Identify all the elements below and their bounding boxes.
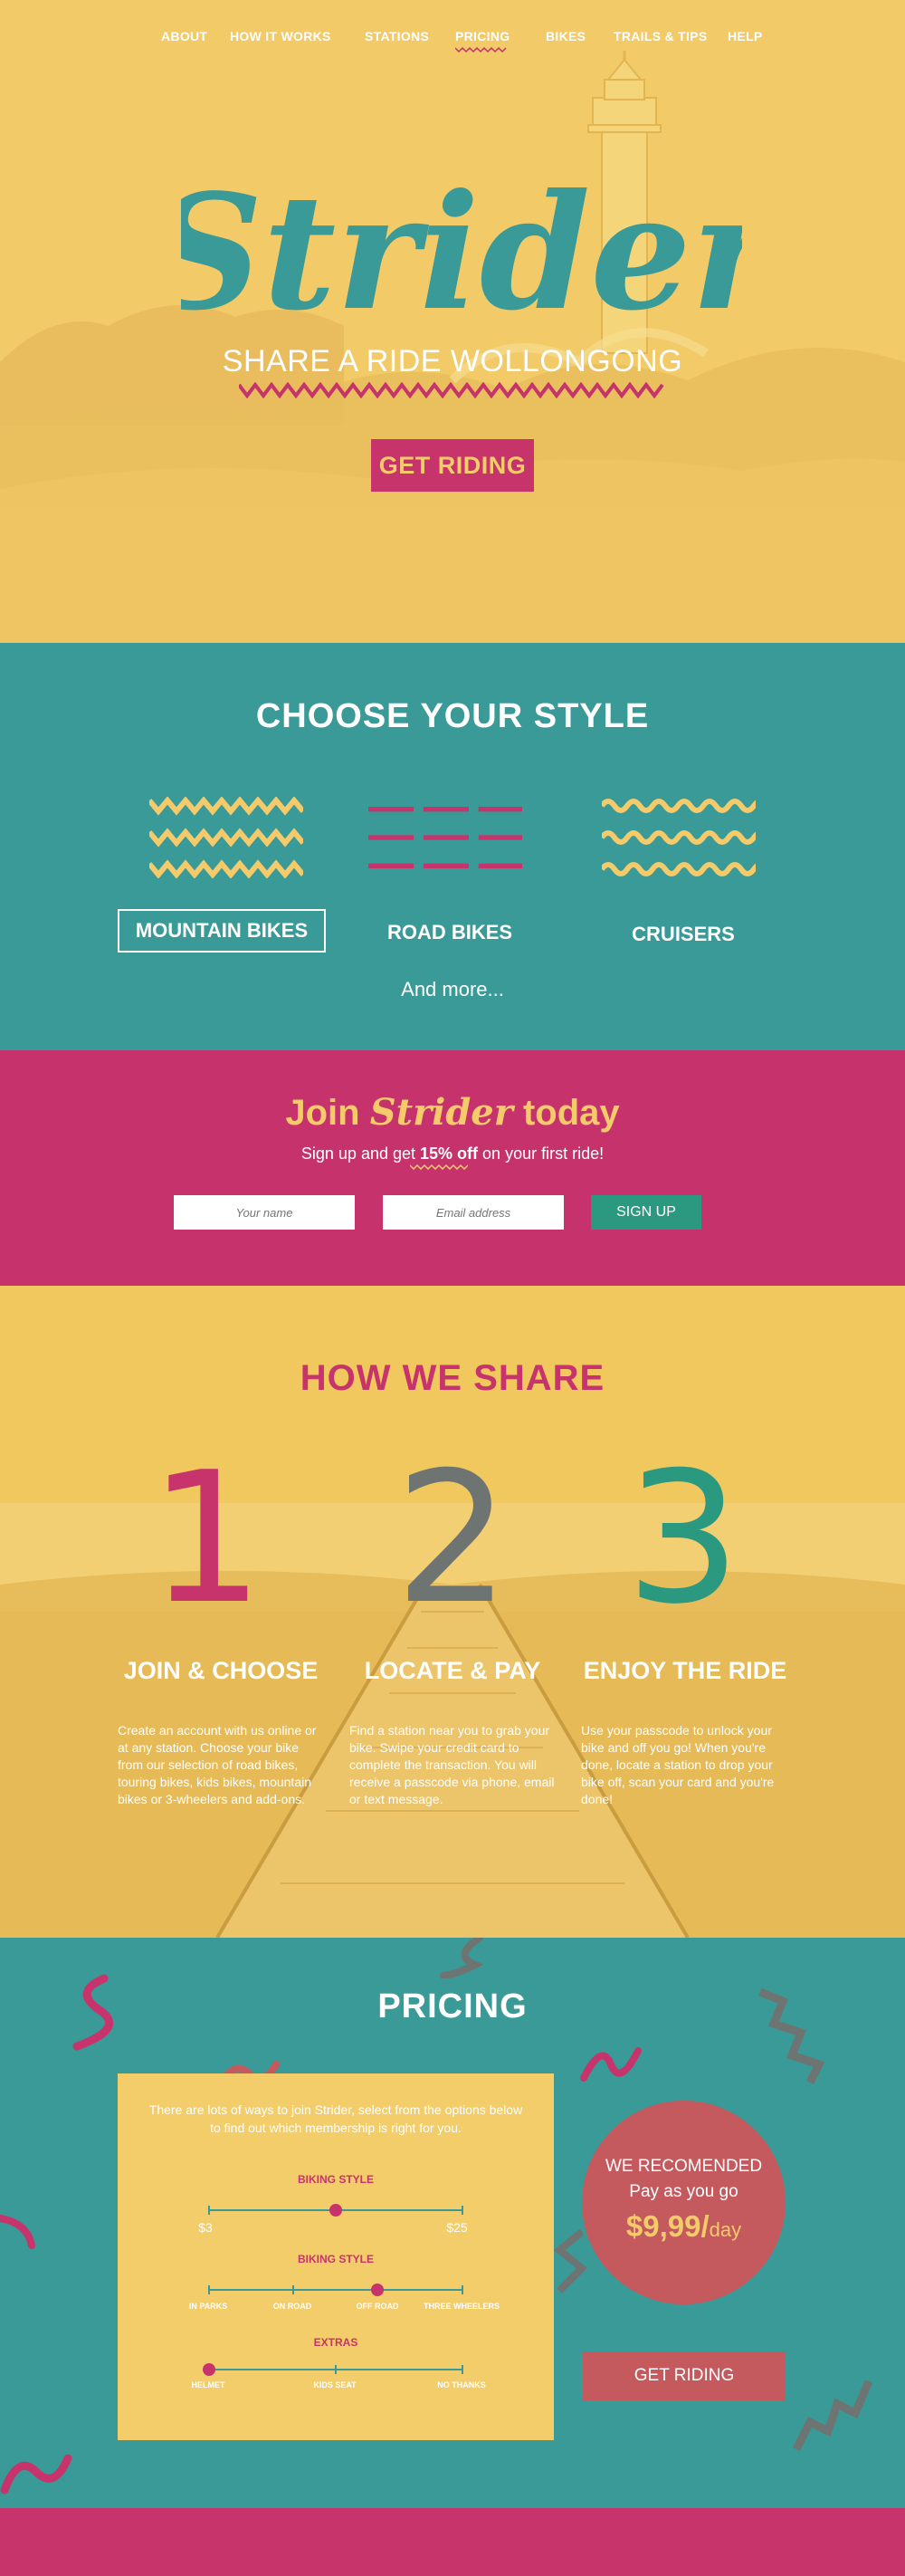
nav-item-trails-tips[interactable]: TRAILS & TIPS [614, 29, 707, 43]
slider1-min-label: $3 [198, 2220, 213, 2235]
squiggle-decoration-icon [580, 2047, 642, 2082]
join-sub-discount: 15% off [420, 1144, 479, 1163]
recommended-price-unit: day [709, 2218, 742, 2241]
slider2-option[interactable]: OFF ROAD [337, 2302, 418, 2311]
hero-get-riding-button[interactable]: GET RIDING [371, 439, 534, 492]
nav-item-stations[interactable]: STATIONS [365, 29, 429, 43]
biking-style-slider-knob[interactable] [371, 2284, 384, 2296]
recommended-plan-badge: WE RECOMENDED Pay as you go $9,99/day [582, 2101, 786, 2304]
extras-slider-knob[interactable] [203, 2363, 215, 2376]
slider3-title: EXTRAS [313, 2336, 358, 2349]
slider-tick [335, 2365, 337, 2374]
step-number-2: 2 [395, 1433, 510, 1644]
nav-item-bikes[interactable]: BIKES [546, 29, 586, 43]
nav-item-pricing-label: PRICING [455, 29, 510, 43]
join-section: Join Strider today Sign up and get 15% o… [0, 1050, 905, 1286]
footer-bar [0, 2508, 905, 2576]
slider-tick [462, 2285, 463, 2294]
pricing-intro-text: There are lots of ways to join Strider, … [148, 2102, 523, 2135]
strider-logo: Strider [181, 172, 742, 344]
style-mountain-bikes-button[interactable]: MOUNTAIN BIKES [118, 909, 326, 953]
more-styles-link[interactable]: And more... [0, 978, 905, 1001]
price-slider-knob[interactable] [329, 2204, 342, 2217]
step-number-1: 1 [148, 1433, 264, 1644]
slider2-option[interactable]: THREE WHEELERS [421, 2302, 502, 2311]
name-input[interactable] [174, 1195, 355, 1230]
nav-item-pricing[interactable]: PRICING [455, 29, 510, 53]
main-nav: ABOUT HOW IT WORKS STATIONS PRICING BIKE… [0, 29, 905, 53]
biking-style-slider[interactable] [208, 2284, 463, 2296]
svg-text:Strider: Strider [181, 172, 742, 344]
nav-item-help[interactable]: HELP [728, 29, 763, 43]
squiggle-decoration-icon [0, 2454, 72, 2495]
slider-tick [462, 2365, 463, 2374]
slider2-title: BIKING STYLE [297, 2253, 374, 2265]
slider2-option[interactable]: ON ROAD [252, 2302, 333, 2311]
join-title: Join Strider today [0, 1091, 905, 1134]
email-input[interactable] [383, 1195, 564, 1230]
slider3-option[interactable]: HELMET [167, 2380, 249, 2389]
hero-section: ABOUT HOW IT WORKS STATIONS PRICING BIKE… [0, 0, 905, 643]
active-nav-zigzag-icon [455, 47, 507, 53]
sign-up-button[interactable]: SIGN UP [591, 1195, 701, 1230]
step-number-3: 3 [625, 1433, 741, 1644]
how-we-share-section: HOW WE SHARE 1 2 3 JOIN & CHOOSE LOCATE … [0, 1286, 905, 1938]
slider2-option[interactable]: IN PARKS [167, 2302, 249, 2311]
pricing-section: PRICING There are lots of ways to join S… [0, 1938, 905, 2508]
slider-tick [292, 2285, 294, 2294]
pricing-title: PRICING [377, 1987, 528, 2025]
choose-style-section: CHOOSE YOUR STYLE MOUNTAIN BIKES ROAD BI… [0, 643, 905, 1050]
step-text-2: Find a station near you to grab your bik… [349, 1723, 555, 1806]
squiggle-decoration-icon [440, 1938, 484, 1978]
dashed-lines-icon [368, 807, 522, 868]
slider1-max-label: $25 [446, 2220, 468, 2235]
slider-tick [462, 2206, 463, 2215]
slider3-option[interactable]: NO THANKS [421, 2380, 502, 2389]
slider-tick [208, 2206, 210, 2215]
price-slider[interactable] [208, 2204, 463, 2217]
nav-item-how-it-works[interactable]: HOW IT WORKS [230, 29, 331, 43]
tagline-zigzag-icon [239, 382, 664, 398]
step-title-3: ENJOY THE RIDE [583, 1657, 787, 1684]
choose-style-title: CHOOSE YOUR STYLE [255, 697, 650, 735]
slider1-title: BIKING STYLE [297, 2173, 374, 2186]
discount-zigzag-icon [410, 1164, 468, 1170]
style-cruisers-button[interactable]: CRUISERS [579, 913, 787, 956]
recommended-price-value: $9,99/ [625, 2209, 710, 2243]
recommended-title: WE RECOMENDED [605, 2157, 763, 2176]
hero-tagline: SHARE A RIDE WOLLONGONG [222, 344, 683, 378]
zigzag-lines-icon [149, 797, 303, 878]
join-sub-before: Sign up and get [300, 1144, 415, 1163]
step-title-2: LOCATE & PAY [364, 1657, 541, 1684]
join-sub-after: on your first ride! [482, 1144, 605, 1163]
wavy-lines-icon [602, 799, 756, 876]
slider-tick [208, 2285, 210, 2294]
recommended-price: $9,99/day [582, 2209, 786, 2244]
nav-item-about[interactable]: ABOUT [161, 29, 207, 43]
join-title-suffix: today [522, 1093, 620, 1133]
style-road-bikes-button[interactable]: ROAD BIKES [346, 911, 554, 954]
recommended-plan-name: Pay as you go [629, 2182, 738, 2201]
step-text-3: Use your passcode to unlock your bike an… [581, 1723, 775, 1806]
extras-slider[interactable] [203, 2363, 463, 2376]
pricing-options-panel: There are lots of ways to join Strider, … [118, 2073, 554, 2440]
how-we-share-title: HOW WE SHARE [300, 1358, 605, 1398]
join-subtitle: Sign up and get 15% off on your first ri… [0, 1144, 905, 1164]
step-text-1: Create an account with us online or at a… [118, 1723, 317, 1806]
join-title-brand: Strider [369, 1091, 513, 1134]
squiggle-decoration-icon [0, 2215, 35, 2249]
join-title-prefix: Join [285, 1093, 360, 1133]
step-title-1: JOIN & CHOOSE [123, 1657, 319, 1684]
slider3-option[interactable]: KIDS SEAT [294, 2380, 376, 2389]
zigzag-decoration-icon [792, 2380, 873, 2452]
pricing-get-riding-button[interactable]: GET RIDING [583, 2351, 786, 2400]
